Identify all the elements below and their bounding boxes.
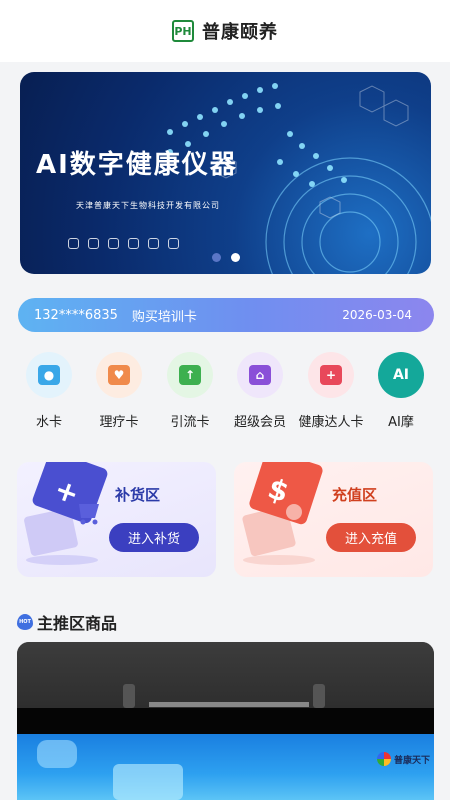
- home-icon: [108, 238, 119, 249]
- category-label: 超级会员: [233, 415, 286, 430]
- ticker-action: 购买培训卡: [131, 309, 197, 325]
- category-label: 理疗卡: [99, 415, 139, 430]
- restock-title: 补货区: [115, 486, 161, 504]
- carousel-dot-active[interactable]: [231, 253, 240, 262]
- lock-icon: [88, 238, 99, 249]
- recharge-illustration: $: [242, 462, 323, 565]
- phone-icon: [168, 238, 179, 249]
- therapy-card-icon: ♥: [96, 352, 142, 398]
- category-health-expert-card[interactable]: + 健康达人卡: [296, 352, 366, 430]
- app-logo: PH: [172, 20, 194, 42]
- product-image-bottom: [17, 734, 434, 800]
- brand-name: 普康天下: [394, 755, 431, 766]
- water-card-icon: ●: [26, 352, 72, 398]
- section-title: 主推区商品: [37, 614, 118, 633]
- product-brand-logo: 普康天下: [377, 752, 430, 766]
- purchase-ticker: 132****6835 购买培训卡 2026-03-04: [18, 298, 434, 332]
- hot-flame-icon: HOT: [17, 614, 33, 630]
- brand-icon: [377, 752, 391, 766]
- restock-card[interactable]: + 补货区 进入补货: [17, 462, 216, 577]
- promo-banner[interactable]: AI数字健康仪器 天津普康天下生物科技开发有限公司: [20, 72, 431, 274]
- restock-illustration: +: [24, 462, 108, 565]
- ai-massage-icon: AI: [378, 352, 424, 398]
- featured-product-card[interactable]: 普康天下: [17, 642, 434, 800]
- category-label: AI摩: [388, 415, 414, 430]
- ticker-user: 132****6835: [34, 307, 118, 323]
- health-expert-card-icon: +: [308, 352, 354, 398]
- category-label: 健康达人卡: [298, 415, 364, 430]
- category-traffic-card[interactable]: ↑ 引流卡: [155, 352, 225, 430]
- monitor-icon: [128, 238, 139, 249]
- app-header: PH 普康颐养: [0, 0, 450, 62]
- recharge-card[interactable]: $ 充值区 进入充值: [234, 462, 433, 577]
- shield-icon: [68, 238, 79, 249]
- app-title: 普康颐养: [202, 22, 278, 43]
- carousel-dots: [212, 253, 240, 262]
- category-label: 引流卡: [170, 415, 210, 430]
- featured-section-header: HOT 主推区商品: [17, 610, 117, 634]
- category-super-member[interactable]: ⌂ 超级会员: [225, 352, 295, 430]
- share-icon: [148, 238, 159, 249]
- banner-feature-icons: [68, 238, 179, 249]
- super-member-icon: ⌂: [237, 352, 283, 398]
- enter-restock-button[interactable]: 进入补货: [109, 523, 199, 552]
- enter-recharge-button[interactable]: 进入充值: [326, 523, 416, 552]
- category-shortcuts: ● 水卡 ♥ 理疗卡 ↑ 引流卡 ⌂ 超级会员 + 健康达人卡 AI AI摩: [0, 352, 450, 432]
- banner-title: AI数字健康仪器: [36, 150, 238, 180]
- category-ai-massage[interactable]: AI AI摩: [366, 352, 436, 430]
- ticker-date: 2026-03-04: [342, 308, 412, 322]
- carousel-dot[interactable]: [212, 253, 221, 262]
- traffic-card-icon: ↑: [167, 352, 213, 398]
- banner-company: 天津普康天下生物科技开发有限公司: [76, 201, 220, 210]
- category-therapy-card[interactable]: ♥ 理疗卡: [84, 352, 154, 430]
- recharge-title: 充值区: [332, 486, 378, 504]
- category-water-card[interactable]: ● 水卡: [14, 352, 84, 430]
- category-label: 水卡: [35, 415, 62, 430]
- product-image-band: [17, 708, 434, 734]
